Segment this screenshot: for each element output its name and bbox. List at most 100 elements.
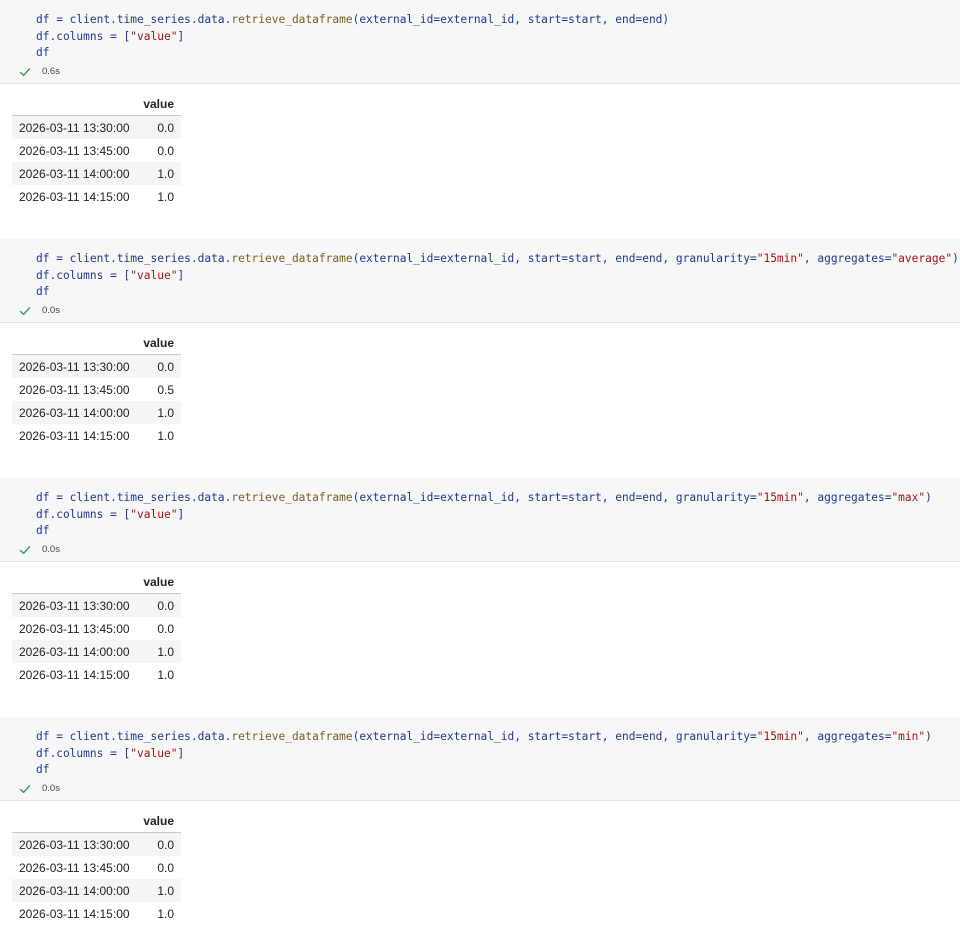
code-token: retrieve_dataframe <box>231 13 353 26</box>
code-token: df = client.time_series.data. <box>36 13 232 26</box>
code-token: df.columns = [ <box>36 508 131 521</box>
table-row: 2026-03-11 14:00:00 1.0 <box>12 401 181 424</box>
code-token: (external_id=external_id, start=start, e… <box>352 730 757 743</box>
code-line: df <box>36 762 49 778</box>
code-token: df = client.time_series.data. <box>36 730 232 743</box>
execution-time: 0.6s <box>42 66 60 77</box>
row-index: 2026-03-11 13:45:00 <box>12 139 143 162</box>
code-editor[interactable]: df = client.time_series.data.retrieve_da… <box>0 478 960 562</box>
code-token: ] <box>177 747 185 760</box>
table-row: 2026-03-11 14:00:00 1.0 <box>12 162 181 185</box>
code-token: df <box>36 524 50 537</box>
code-token: df <box>36 46 50 59</box>
code-editor[interactable]: df = client.time_series.data.retrieve_da… <box>0 0 960 84</box>
code-line: df <box>36 45 49 61</box>
table-header-row: value <box>12 570 181 594</box>
row-value: 0.5 <box>143 378 181 401</box>
code-token: "15min" <box>756 730 804 743</box>
code-token: df <box>36 285 50 298</box>
column-header-value: value <box>143 809 181 833</box>
row-index: 2026-03-11 13:45:00 <box>12 378 143 401</box>
table-row: 2026-03-11 13:45:00 0.5 <box>12 378 181 401</box>
row-value: 1.0 <box>143 424 181 447</box>
code-token: "value" <box>130 747 178 760</box>
row-index: 2026-03-11 14:15:00 <box>12 902 143 925</box>
index-header <box>12 92 143 116</box>
table-row: 2026-03-11 14:15:00 1.0 <box>12 185 181 208</box>
code-token: retrieve_dataframe <box>231 252 353 265</box>
table-header-row: value <box>12 92 181 116</box>
index-header <box>12 570 143 594</box>
row-index: 2026-03-11 14:00:00 <box>12 401 143 424</box>
execution-status: 0.6s <box>18 64 60 80</box>
code-token: ] <box>177 269 185 282</box>
row-value: 1.0 <box>143 162 181 185</box>
code-line: df <box>36 523 49 539</box>
code-line: df = client.time_series.data.retrieve_da… <box>36 490 932 506</box>
code-token: df = client.time_series.data. <box>36 252 232 265</box>
code-line: df.columns = ["value"] <box>36 29 184 45</box>
table-row: 2026-03-11 13:30:00 0.0 <box>12 354 181 378</box>
code-token: ) <box>925 730 932 743</box>
code-line: df = client.time_series.data.retrieve_da… <box>36 12 669 28</box>
row-value: 1.0 <box>143 185 181 208</box>
row-index: 2026-03-11 13:45:00 <box>12 617 143 640</box>
code-token: "value" <box>130 30 178 43</box>
code-token: df.columns = [ <box>36 269 131 282</box>
check-icon <box>18 782 32 796</box>
code-token: , aggregates= <box>803 252 892 265</box>
code-token: "value" <box>130 508 178 521</box>
code-token: df.columns = [ <box>36 747 131 760</box>
code-token: (external_id=external_id, start=start, e… <box>352 252 757 265</box>
code-token: "15min" <box>756 252 804 265</box>
row-value: 0.0 <box>143 832 181 856</box>
code-editor[interactable]: df = client.time_series.data.retrieve_da… <box>0 717 960 801</box>
table-row: 2026-03-11 13:30:00 0.0 <box>12 115 181 139</box>
execution-status: 0.0s <box>18 781 60 797</box>
row-index: 2026-03-11 13:30:00 <box>12 593 143 617</box>
dataframe-output: value 2026-03-11 13:30:00 0.0 2026-03-11 13… <box>12 570 181 686</box>
code-line: df <box>36 284 49 300</box>
row-index: 2026-03-11 14:15:00 <box>12 663 143 686</box>
row-value: 0.0 <box>143 856 181 879</box>
code-token: (external_id=external_id, start=start, e… <box>352 13 670 26</box>
execution-time: 0.0s <box>42 783 60 794</box>
dataframe-output: value 2026-03-11 13:30:00 0.0 2026-03-11 13… <box>12 809 181 925</box>
table-row: 2026-03-11 13:45:00 0.0 <box>12 856 181 879</box>
table-row: 2026-03-11 13:30:00 0.0 <box>12 832 181 856</box>
code-line: df.columns = ["value"] <box>36 746 184 762</box>
code-token: retrieve_dataframe <box>231 730 353 743</box>
code-token: ] <box>177 30 185 43</box>
dataframe-output: value 2026-03-11 13:30:00 0.0 2026-03-11 13… <box>12 331 181 447</box>
table-row: 2026-03-11 14:15:00 1.0 <box>12 902 181 925</box>
row-index: 2026-03-11 14:00:00 <box>12 162 143 185</box>
code-token: "min" <box>891 730 926 743</box>
table-row: 2026-03-11 14:00:00 1.0 <box>12 879 181 902</box>
code-token: "max" <box>891 491 926 504</box>
row-value: 0.0 <box>143 593 181 617</box>
dataframe-output: value 2026-03-11 13:30:00 0.0 2026-03-11 13… <box>12 92 181 208</box>
code-token: , aggregates= <box>803 491 892 504</box>
column-header-value: value <box>143 570 181 594</box>
code-line: df.columns = ["value"] <box>36 268 184 284</box>
code-editor[interactable]: df = client.time_series.data.retrieve_da… <box>0 239 960 323</box>
check-icon <box>18 543 32 557</box>
row-index: 2026-03-11 13:30:00 <box>12 354 143 378</box>
column-header-value: value <box>143 92 181 116</box>
execution-status: 0.0s <box>18 303 60 319</box>
row-index: 2026-03-11 14:15:00 <box>12 185 143 208</box>
row-index: 2026-03-11 14:15:00 <box>12 424 143 447</box>
row-index: 2026-03-11 13:30:00 <box>12 832 143 856</box>
table-row: 2026-03-11 14:00:00 1.0 <box>12 640 181 663</box>
code-token: df.columns = [ <box>36 30 131 43</box>
table-header-row: value <box>12 331 181 355</box>
table-header-row: value <box>12 809 181 833</box>
table-row: 2026-03-11 13:45:00 0.0 <box>12 617 181 640</box>
code-token: "value" <box>130 269 178 282</box>
code-token: df = client.time_series.data. <box>36 491 232 504</box>
row-value: 1.0 <box>143 401 181 424</box>
row-index: 2026-03-11 13:30:00 <box>12 115 143 139</box>
row-value: 0.0 <box>143 139 181 162</box>
row-value: 1.0 <box>143 902 181 925</box>
index-header <box>12 331 143 355</box>
